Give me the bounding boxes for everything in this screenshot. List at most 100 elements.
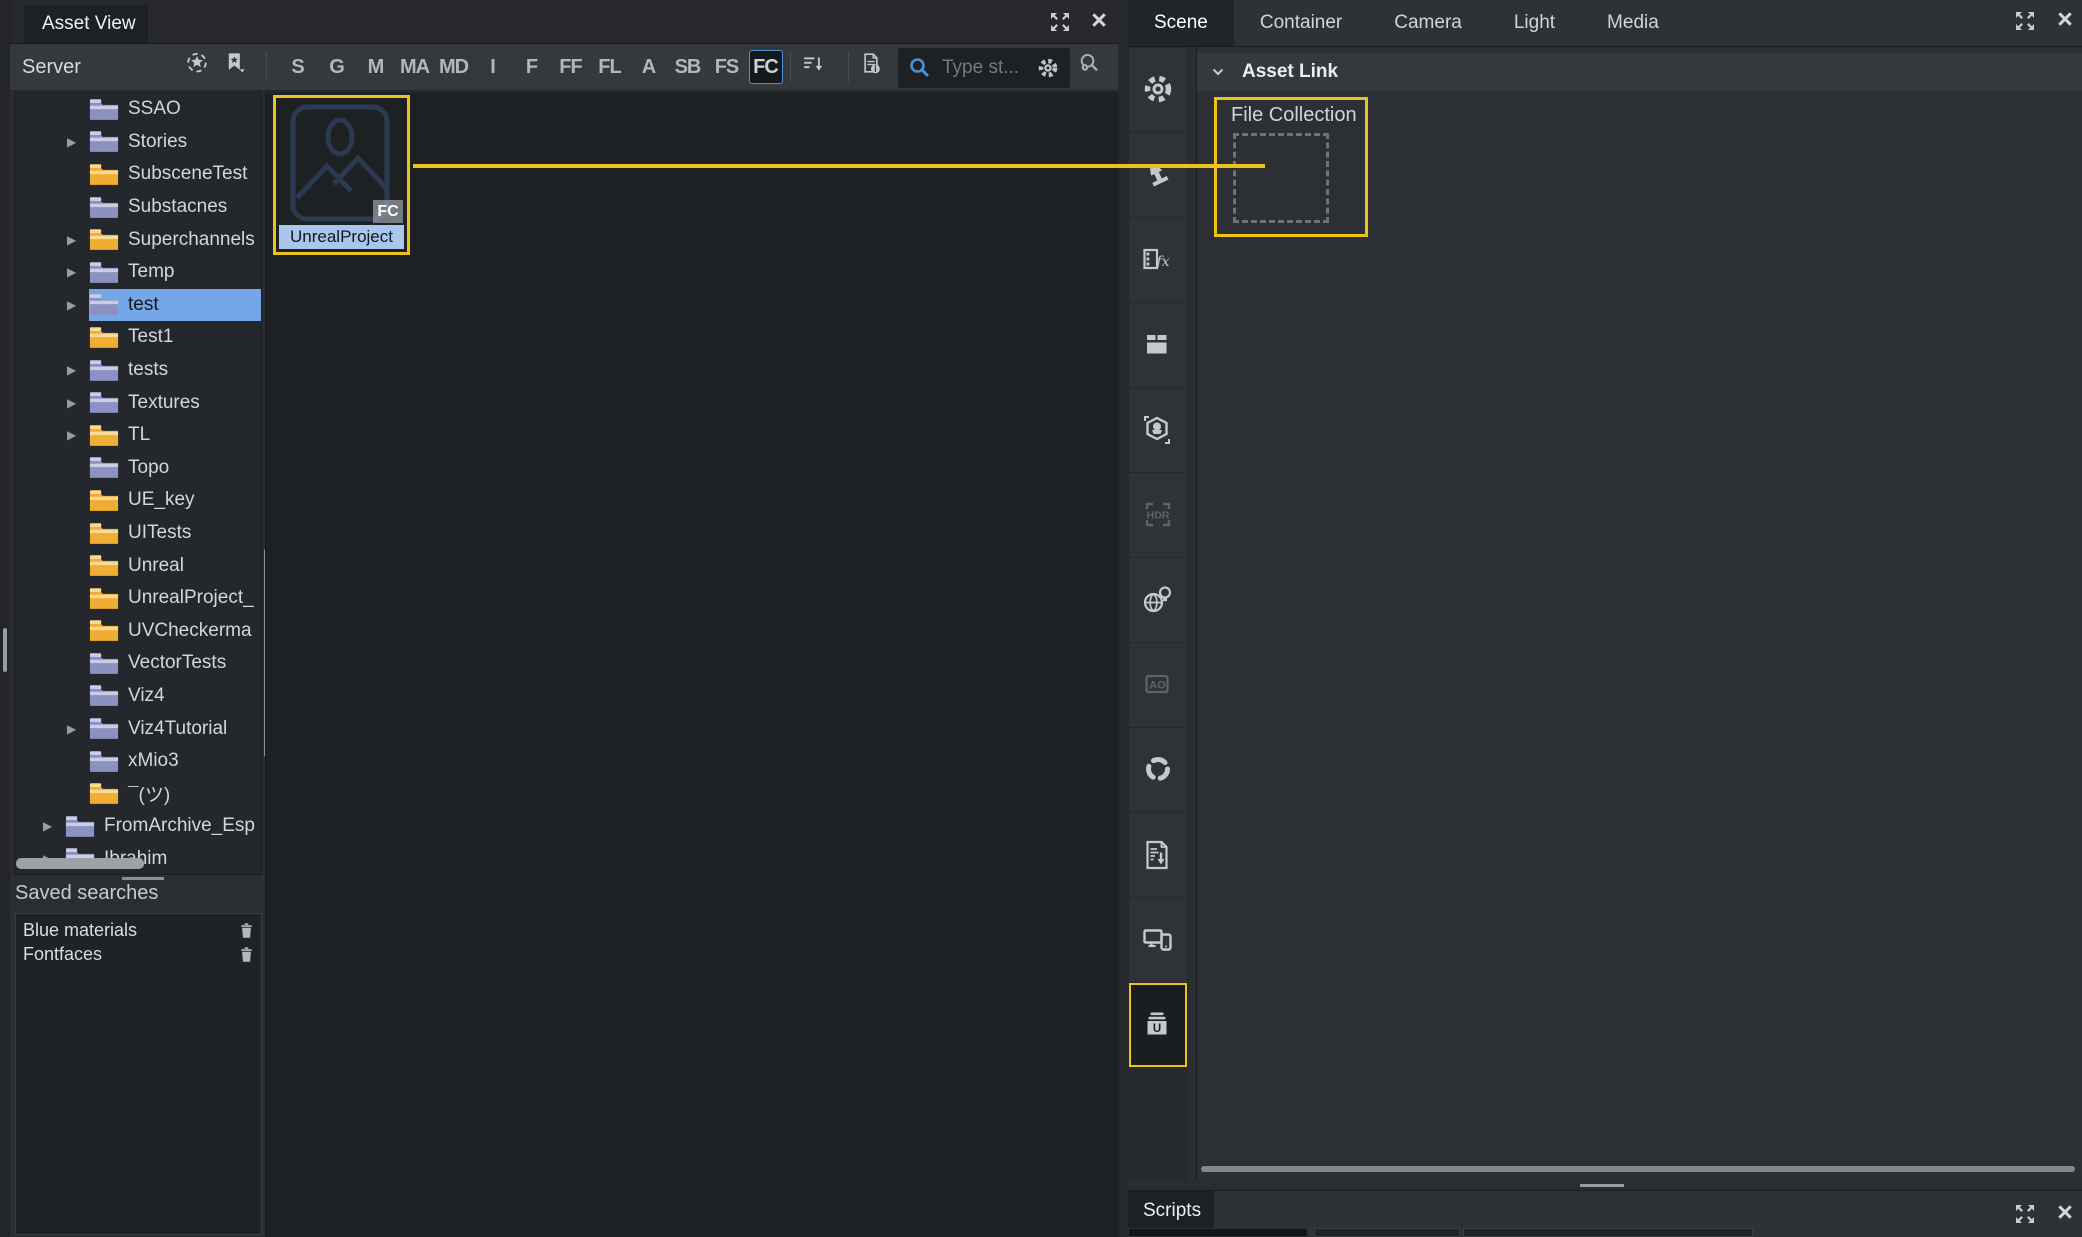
filter-letter-button[interactable]: I — [473, 50, 512, 84]
unreal-file-collection-button[interactable]: U — [1129, 983, 1187, 1067]
output-devices-button[interactable] — [1129, 898, 1187, 982]
search-field[interactable] — [898, 48, 1070, 88]
close-icon: × — [2057, 9, 2073, 29]
filter-letter-button[interactable]: MD — [434, 50, 473, 84]
tree-item[interactable]: ▶ VectorTests — [15, 647, 261, 680]
tree-item[interactable]: ▶ FromArchive_Esp — [15, 810, 261, 843]
expand-arrow-icon[interactable]: ▶ — [67, 363, 89, 377]
close-panel-button[interactable]: × — [1088, 9, 1110, 31]
global-illumination-button[interactable] — [1129, 558, 1187, 642]
delete-trash-icon[interactable] — [239, 922, 254, 939]
tree-item[interactable]: ▶ Substacnes — [15, 191, 261, 224]
filter-letter-button[interactable]: FC — [749, 50, 783, 84]
tree-item[interactable]: ▶ tests — [15, 354, 261, 387]
filter-letter-button[interactable]: FL — [590, 50, 629, 84]
tree-horizontal-scrollbar[interactable] — [16, 858, 144, 869]
video-fx-button[interactable]: fx — [1129, 218, 1187, 302]
tree-item[interactable]: ▶ xMio3 — [15, 745, 261, 778]
delete-trash-icon[interactable] — [239, 946, 254, 963]
tab-asset-view[interactable]: Asset View — [24, 5, 148, 43]
expand-arrow-icon[interactable]: ▶ — [67, 135, 89, 149]
filter-letter-button[interactable]: SB — [668, 50, 707, 84]
folder-tree[interactable]: ▶ SSAO ▶ Stories ▶ SubsceneTest ▶ Subst — [14, 92, 262, 875]
script-tab-sliver[interactable] — [1314, 1228, 1460, 1237]
advanced-search-button[interactable] — [1078, 52, 1100, 74]
expand-arrow-icon[interactable]: ▶ — [67, 298, 89, 312]
asset-info-button[interactable] — [860, 52, 882, 74]
tree-item[interactable]: ▶ Viz4 — [15, 680, 261, 713]
content-horizontal-scrollbar[interactable] — [1201, 1166, 2075, 1172]
filter-letter-button[interactable]: FF — [551, 50, 590, 84]
filter-letter-button[interactable]: FS — [707, 50, 746, 84]
filter-letter-button[interactable]: S — [278, 50, 317, 84]
expand-arrow-icon[interactable]: ▶ — [67, 722, 89, 736]
search-input[interactable] — [940, 56, 1036, 80]
script-tab-sliver[interactable] — [1463, 1228, 1753, 1237]
hdr-button[interactable]: HDR — [1129, 473, 1187, 557]
tree-item[interactable]: ▶ Temp — [15, 256, 261, 289]
bookmark-button[interactable] — [224, 52, 246, 74]
tree-item-label: Textures — [128, 392, 200, 414]
splitter-handle[interactable] — [3, 628, 7, 672]
asset-item-unrealproject[interactable]: FC UnrealProject — [273, 95, 410, 255]
tree-item-label: Viz4Tutorial — [128, 718, 227, 740]
filter-letter-button[interactable]: G — [317, 50, 356, 84]
tree-item[interactable]: ▶ Viz4Tutorial — [15, 712, 261, 745]
filter-letter-button[interactable]: F — [512, 50, 551, 84]
tree-item[interactable]: ▶ SubsceneTest — [15, 158, 261, 191]
panel-splitter-handle[interactable] — [1580, 1184, 1624, 1187]
tab-scripts[interactable]: Scripts — [1128, 1191, 1214, 1231]
asset-link-header[interactable]: Asset Link — [1197, 53, 2082, 91]
saved-search-item[interactable]: Fontfaces — [16, 942, 261, 966]
asset-grid[interactable]: FC UnrealProject — [265, 92, 1118, 1237]
refresh-search-button[interactable] — [186, 52, 208, 74]
tab-media[interactable]: Media — [1581, 0, 1685, 46]
tree-item[interactable]: ▶ UnrealProject_ — [15, 582, 261, 615]
expand-panel-button[interactable] — [2014, 1203, 2036, 1225]
expand-arrow-icon[interactable]: ▶ — [67, 233, 89, 247]
expand-arrow-icon[interactable]: ▶ — [67, 428, 89, 442]
tab-scene[interactable]: Scene — [1128, 0, 1234, 46]
tab-light[interactable]: Light — [1488, 0, 1581, 46]
tree-item[interactable]: ▶ Stories — [15, 126, 261, 159]
tree-item[interactable]: ▶ ¯(ツ) — [15, 777, 261, 810]
sort-button[interactable] — [802, 53, 824, 75]
tree-splitter-handle[interactable] — [122, 877, 164, 880]
tree-item[interactable]: ▶ SSAO — [15, 93, 261, 126]
file-collection-drop-zone[interactable] — [1233, 133, 1329, 223]
media-container-button[interactable] — [1129, 303, 1187, 387]
virtual-studio-button[interactable] — [1129, 388, 1187, 472]
search-settings-gear-icon[interactable] — [1036, 56, 1060, 80]
tree-item[interactable]: ▶ test — [15, 289, 261, 322]
tree-item[interactable]: ▶ UVCheckerma — [15, 615, 261, 648]
script-import-button[interactable] — [1129, 813, 1187, 897]
settings-gear-button[interactable] — [1129, 48, 1187, 132]
expand-panel-button[interactable] — [2014, 10, 2036, 32]
tree-item[interactable]: ▶ Test1 — [15, 321, 261, 354]
tree-item[interactable]: ▶ TL — [15, 419, 261, 452]
expand-panel-button[interactable] — [1049, 11, 1071, 33]
tab-container[interactable]: Container — [1234, 0, 1368, 46]
expand-arrow-icon[interactable]: ▶ — [67, 396, 89, 410]
ambient-occlusion-button[interactable]: AO — [1129, 643, 1187, 727]
tree-item[interactable]: ▶ Superchannels — [15, 223, 261, 256]
expand-arrow-icon[interactable]: ▶ — [67, 265, 89, 279]
tree-item[interactable]: ▶ Unreal — [15, 549, 261, 582]
script-import-icon — [1141, 838, 1175, 872]
filter-letter-button[interactable]: M — [356, 50, 395, 84]
tree-item[interactable]: ▶ Topo — [15, 452, 261, 485]
tree-item[interactable]: ▶ UE_key — [15, 484, 261, 517]
post-process-button[interactable] — [1129, 728, 1187, 812]
tree-item[interactable]: ▶ UITests — [15, 517, 261, 550]
saved-search-item[interactable]: Blue materials — [16, 918, 261, 942]
close-panel-button[interactable]: × — [2054, 1201, 2076, 1223]
expand-arrow-icon[interactable]: ▶ — [43, 819, 65, 833]
tab-camera[interactable]: Camera — [1368, 0, 1488, 46]
filter-letter-button[interactable]: MA — [395, 50, 434, 84]
close-panel-button[interactable]: × — [2054, 8, 2076, 30]
stamp-tool-button[interactable] — [1129, 133, 1187, 217]
script-tab-sliver[interactable] — [1128, 1228, 1308, 1237]
filter-letter-button[interactable]: A — [629, 50, 668, 84]
tree-item[interactable]: ▶ Textures — [15, 386, 261, 419]
filter-letter-label: F — [526, 56, 537, 79]
